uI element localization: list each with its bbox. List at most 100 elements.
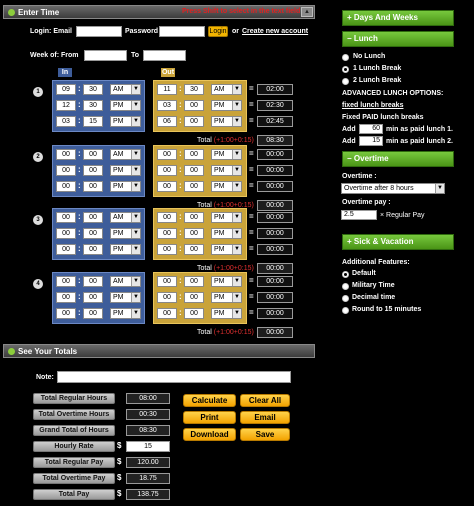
- in-hour-input[interactable]: 09: [56, 84, 76, 95]
- in-minute-input[interactable]: 30: [83, 100, 103, 111]
- in-ampm-select[interactable]: AM ▼: [110, 212, 141, 223]
- in-hour-input[interactable]: 00: [56, 292, 76, 303]
- hourly-rate-input[interactable]: 15: [126, 441, 170, 452]
- in-ampm-select[interactable]: PM ▼: [110, 165, 141, 176]
- in-ampm-select[interactable]: AM ▼: [110, 84, 141, 95]
- print-button[interactable]: Print: [183, 411, 236, 424]
- scroll-up-icon[interactable]: ▲: [301, 7, 313, 17]
- fixed-lunch-link[interactable]: fixed lunch breaks: [342, 102, 403, 109]
- in-ampm-select[interactable]: AM ▼: [110, 149, 141, 160]
- overtime-pay-input[interactable]: 2.5: [341, 210, 377, 220]
- out-ampm-select[interactable]: PM ▼: [211, 276, 242, 287]
- save-button[interactable]: Save: [240, 428, 290, 441]
- create-account-link[interactable]: Create new account: [242, 28, 308, 35]
- in-minute-input[interactable]: 00: [83, 292, 103, 303]
- out-ampm-select[interactable]: PM ▼: [211, 292, 242, 303]
- login-button[interactable]: Login: [208, 26, 228, 37]
- in-ampm-select[interactable]: PM ▼: [110, 308, 141, 319]
- in-minute-input[interactable]: 15: [83, 116, 103, 127]
- military-radio[interactable]: [342, 283, 349, 290]
- out-minute-input[interactable]: 00: [184, 165, 204, 176]
- out-minute-input[interactable]: 00: [184, 149, 204, 160]
- in-hour-input[interactable]: 00: [56, 276, 76, 287]
- out-minute-input[interactable]: 00: [184, 100, 204, 111]
- out-ampm-select[interactable]: PM ▼: [211, 228, 242, 239]
- in-ampm-select[interactable]: PM ▼: [110, 116, 141, 127]
- out-hour-input[interactable]: 00: [157, 308, 177, 319]
- in-minute-input[interactable]: 00: [83, 244, 103, 255]
- in-hour-input[interactable]: 00: [56, 228, 76, 239]
- in-hour-input[interactable]: 00: [56, 244, 76, 255]
- out-minute-input[interactable]: 00: [184, 212, 204, 223]
- in-hour-input[interactable]: 12: [56, 100, 76, 111]
- overtime-toggle[interactable]: − Overtime: [342, 151, 454, 167]
- out-ampm-select[interactable]: PM ▼: [211, 100, 242, 111]
- out-hour-input[interactable]: 06: [157, 116, 177, 127]
- in-hour-input[interactable]: 00: [56, 149, 76, 160]
- lunch-toggle[interactable]: − Lunch: [342, 31, 454, 47]
- out-ampm-select[interactable]: PM ▼: [211, 149, 242, 160]
- out-minute-input[interactable]: 00: [184, 276, 204, 287]
- email-input[interactable]: [76, 26, 122, 37]
- in-ampm-select[interactable]: PM ▼: [110, 292, 141, 303]
- out-ampm-select[interactable]: PM ▼: [211, 165, 242, 176]
- out-hour-input[interactable]: 00: [157, 212, 177, 223]
- in-hour-input[interactable]: 00: [56, 212, 76, 223]
- note-input[interactable]: [57, 371, 291, 383]
- out-hour-input[interactable]: 11: [157, 84, 177, 95]
- out-minute-input[interactable]: 00: [184, 244, 204, 255]
- in-ampm-select[interactable]: PM ▼: [110, 228, 141, 239]
- out-ampm-select[interactable]: AM ▼: [211, 84, 242, 95]
- overtime-select[interactable]: Overtime after 8 hours ▼: [341, 183, 445, 194]
- in-minute-input[interactable]: 00: [83, 149, 103, 160]
- out-ampm-select[interactable]: PM ▼: [211, 116, 242, 127]
- paid-lunch-2-input[interactable]: 15: [359, 136, 383, 146]
- in-minute-input[interactable]: 00: [83, 228, 103, 239]
- sick-vacation-toggle[interactable]: + Sick & Vacation: [342, 234, 454, 250]
- week-to-input[interactable]: [143, 50, 186, 61]
- clear-all-button[interactable]: Clear All: [240, 394, 290, 407]
- week-from-input[interactable]: [84, 50, 127, 61]
- out-hour-input[interactable]: 00: [157, 165, 177, 176]
- password-input[interactable]: [159, 26, 205, 37]
- out-ampm-select[interactable]: PM ▼: [211, 244, 242, 255]
- out-minute-input[interactable]: 00: [184, 116, 204, 127]
- no-lunch-radio[interactable]: [342, 54, 349, 61]
- out-hour-input[interactable]: 00: [157, 292, 177, 303]
- out-minute-input[interactable]: 00: [184, 308, 204, 319]
- out-hour-input[interactable]: 00: [157, 181, 177, 192]
- out-ampm-select[interactable]: PM ▼: [211, 212, 242, 223]
- out-hour-input[interactable]: 00: [157, 276, 177, 287]
- in-hour-input[interactable]: 00: [56, 308, 76, 319]
- out-minute-input[interactable]: 00: [184, 292, 204, 303]
- out-hour-input[interactable]: 00: [157, 228, 177, 239]
- out-minute-input[interactable]: 00: [184, 228, 204, 239]
- email-button[interactable]: Email: [240, 411, 290, 424]
- calculate-button[interactable]: Calculate: [183, 394, 236, 407]
- in-minute-input[interactable]: 00: [83, 212, 103, 223]
- one-lunch-radio[interactable]: [342, 66, 349, 73]
- in-hour-input[interactable]: 00: [56, 181, 76, 192]
- in-hour-input[interactable]: 00: [56, 165, 76, 176]
- in-minute-input[interactable]: 30: [83, 84, 103, 95]
- out-ampm-select[interactable]: PM ▼: [211, 181, 242, 192]
- default-radio[interactable]: [342, 271, 349, 278]
- in-ampm-select[interactable]: AM ▼: [110, 276, 141, 287]
- days-and-weeks-toggle[interactable]: + Days And Weeks: [342, 10, 454, 26]
- in-minute-input[interactable]: 00: [83, 165, 103, 176]
- in-hour-input[interactable]: 03: [56, 116, 76, 127]
- in-minute-input[interactable]: 00: [83, 276, 103, 287]
- decimal-radio[interactable]: [342, 295, 349, 302]
- out-hour-input[interactable]: 03: [157, 100, 177, 111]
- in-ampm-select[interactable]: PM ▼: [110, 181, 141, 192]
- in-minute-input[interactable]: 00: [83, 181, 103, 192]
- two-lunch-radio[interactable]: [342, 78, 349, 85]
- in-ampm-select[interactable]: PM ▼: [110, 244, 141, 255]
- out-hour-input[interactable]: 00: [157, 244, 177, 255]
- out-minute-input[interactable]: 00: [184, 181, 204, 192]
- round15-radio[interactable]: [342, 307, 349, 314]
- out-ampm-select[interactable]: PM ▼: [211, 308, 242, 319]
- in-minute-input[interactable]: 00: [83, 308, 103, 319]
- paid-lunch-1-input[interactable]: 60: [359, 124, 383, 134]
- out-minute-input[interactable]: 30: [184, 84, 204, 95]
